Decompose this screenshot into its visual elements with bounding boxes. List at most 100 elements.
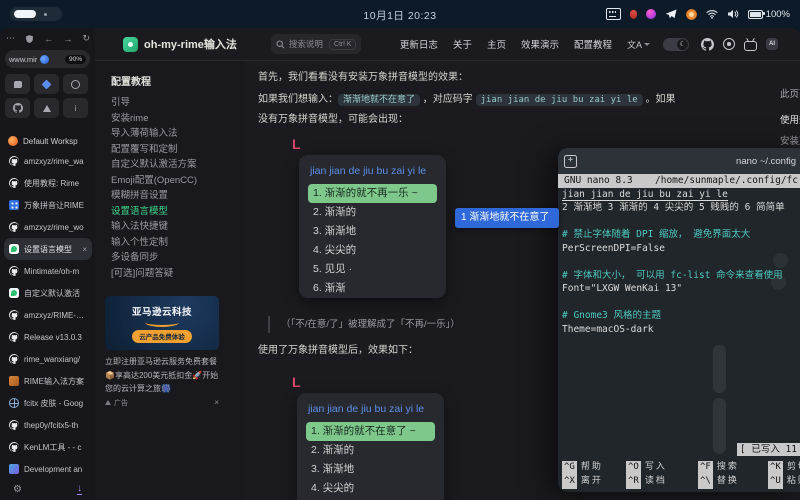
ime-candidate: 3. 渐渐地	[306, 460, 435, 479]
fcitx-candidate-popup[interactable]: 1 渐渐地就不在意了	[455, 208, 559, 228]
ghost-overlay-circle	[773, 253, 788, 268]
config-line: Theme=macOS-dark	[558, 323, 800, 337]
ghost-overlay-pill	[713, 345, 726, 393]
extension-gear-icon[interactable]	[63, 74, 88, 94]
header-social-icons: AI	[701, 38, 778, 51]
sidebar-item-personalize[interactable]: 输入个性定制	[111, 235, 245, 251]
browser-tab[interactable]: thep0y/fcitx5-th	[4, 414, 92, 436]
desktop: 10月1日 20:23 100% ⋯ ← → ↻	[0, 0, 800, 500]
shield-icon[interactable]	[25, 34, 34, 44]
site-logo-icon[interactable]	[123, 37, 138, 52]
browser-tab[interactable]: rime_wanxiang/	[4, 348, 92, 370]
downloads-icon[interactable]: ↓	[77, 484, 82, 495]
settings-gear-icon[interactable]: ⚙	[13, 484, 22, 495]
site-title[interactable]: oh-my-rime输入法	[144, 36, 237, 52]
extension-chat-icon[interactable]	[5, 74, 30, 94]
ad-card[interactable]: 亚马逊云科技 云产品免费体验 立即注册亚马逊云服务免费套餐📦享高达200美元抵扣…	[105, 296, 219, 408]
input-method-icon[interactable]	[606, 8, 621, 20]
screenshot-crop-mark: L	[292, 136, 301, 152]
extension-info-icon[interactable]: i	[63, 98, 88, 118]
extension-sparkle-icon[interactable]	[34, 74, 59, 94]
bilibili-tv-icon[interactable]	[744, 41, 757, 51]
browser-tab[interactable]: RIME输入法方案	[4, 370, 92, 392]
ghost-overlay-circle	[771, 275, 786, 290]
extension-github-icon[interactable]	[5, 98, 30, 118]
ad-cta-button[interactable]: 云产品免费体验	[132, 330, 192, 343]
sidebar-item-override[interactable]: 配置覆写和定制	[111, 142, 245, 158]
sidebar-item-install-rime[interactable]: 安装rime	[111, 111, 245, 127]
github-icon[interactable]	[701, 38, 714, 51]
dark-mode-moon-icon: ☾	[677, 39, 688, 50]
dev-favicon-icon	[9, 464, 19, 474]
sidebar-item-faq[interactable]: [可选]问题答疑	[111, 266, 245, 282]
nav-changelog[interactable]: 更新日志	[400, 37, 438, 51]
ad-text: 立即注册亚马逊云服务免费套餐📦享高达200美元抵扣金🚀开始您的云计算之旅🎆	[105, 355, 219, 396]
browser-tab[interactable]: amzxyz/rime_wa	[4, 150, 92, 172]
sidebar-item-hotkeys[interactable]: 输入法快捷键	[111, 219, 245, 235]
config-line: PerScreenDPI=False	[558, 242, 800, 256]
ad-banner[interactable]: 亚马逊云科技 云产品免费体验	[105, 296, 219, 350]
ai-assistant-icon[interactable]: AI	[766, 38, 778, 50]
sidebar-item-language-model[interactable]: 设置语言模型	[111, 204, 245, 220]
browser-tab[interactable]: 自定义默认激活	[4, 282, 92, 304]
forward-icon[interactable]: →	[63, 34, 72, 44]
theme-toggle[interactable]: ☾	[663, 38, 689, 51]
ad-close-icon[interactable]: ×	[214, 398, 219, 407]
terminal-window[interactable]: + nano ~/.config GNU nano 8.3 /home/sunm…	[558, 148, 800, 492]
sidebar-item-default-scheme[interactable]: 自定义默认激活方案	[111, 157, 245, 173]
browser-tab[interactable]: amzxyz/RIME-LM	[4, 304, 92, 326]
browser-tab-active[interactable]: 设置语言模型×	[4, 238, 92, 260]
github-favicon-icon	[9, 442, 19, 452]
battery-icon	[748, 10, 763, 19]
extension-triangle-icon[interactable]	[34, 98, 59, 118]
tray-app-orange-icon[interactable]	[686, 9, 697, 20]
browser-tab[interactable]: 万象拼音让RIME	[4, 194, 92, 216]
outline-item-effect[interactable]: 使用效果	[780, 110, 800, 131]
url-text: www.mir	[9, 55, 37, 64]
config-comment: # 禁止字体随着 DPI 缩放， 避免界面太大	[558, 228, 800, 242]
nav-home[interactable]: 主页	[487, 37, 506, 51]
back-icon[interactable]: ←	[44, 34, 53, 44]
tray-app-magenta-icon[interactable]	[646, 9, 656, 19]
terminal-titlebar[interactable]: + nano ~/.config	[558, 148, 800, 174]
search-box[interactable]: 搜索说明 Ctrl K	[271, 34, 362, 54]
browser-tab[interactable]: fcitx 皮肤 - Goog	[4, 392, 92, 414]
community-icon[interactable]	[723, 38, 735, 50]
workspace-row[interactable]: Default Worksp	[8, 136, 78, 146]
sidebar-item-import[interactable]: 导入薄荷输入法	[111, 126, 245, 142]
browser-tab[interactable]: amzxyz/rime_wo	[4, 216, 92, 238]
reload-icon[interactable]: ↻	[82, 33, 90, 44]
nav-about[interactable]: 关于	[453, 37, 472, 51]
battery-indicator[interactable]: 100%	[748, 9, 790, 20]
zoom-badge[interactable]: 90%	[65, 55, 86, 64]
tab-close-icon[interactable]: ×	[82, 245, 87, 254]
oh-my-rime-favicon-icon	[9, 244, 19, 254]
new-tab-icon[interactable]: +	[564, 155, 577, 168]
sidebar-item-guide[interactable]: 引导	[111, 95, 245, 111]
ime-candidate: 4. 尖尖的	[306, 479, 435, 498]
sidebar-item-emoji[interactable]: Emoji配置(OpenCC)	[111, 173, 245, 189]
wifi-icon[interactable]	[706, 9, 718, 19]
sidebar-item-fuzzy-pinyin[interactable]: 模糊拼音设置	[111, 188, 245, 204]
github-favicon-icon	[9, 178, 19, 188]
url-bar[interactable]: www.mir 90%	[5, 50, 90, 68]
browser-tab[interactable]: 使用教程: Rime	[4, 172, 92, 194]
language-switcher[interactable]: 文A	[627, 38, 650, 51]
browser-tab[interactable]: Development an	[4, 458, 92, 480]
tray-app-red-icon[interactable]	[630, 10, 637, 19]
system-topbar: 10月1日 20:23 100%	[0, 0, 800, 28]
shortcut-paste: ^U粘贴	[768, 475, 800, 489]
telegram-icon[interactable]	[665, 9, 677, 20]
terminal-ime-preedit: jian jian de jiu bu zai yi le	[558, 188, 800, 202]
volume-icon[interactable]	[727, 9, 739, 19]
terminal-body[interactable]: GNU nano 8.3 /home/sunmaple/.config/fc j…	[558, 174, 800, 492]
nav-demo[interactable]: 效果演示	[521, 37, 559, 51]
browser-tab[interactable]: Mintimate/oh-m	[4, 260, 92, 282]
sidebar-item-sync[interactable]: 多设备同步	[111, 250, 245, 266]
more-menu-icon[interactable]: ⋯	[6, 33, 15, 44]
terminal-title: nano ~/.config	[736, 156, 796, 167]
ghost-overlay-pill	[713, 398, 726, 454]
nav-guide[interactable]: 配置教程	[574, 37, 612, 51]
browser-tab[interactable]: KenLM工具 - - c	[4, 436, 92, 458]
browser-tab[interactable]: Release v13.0.3	[4, 326, 92, 348]
